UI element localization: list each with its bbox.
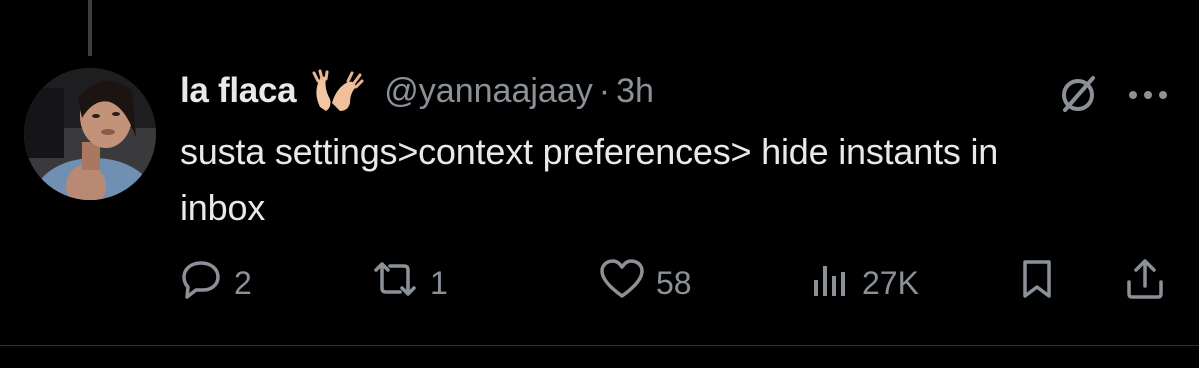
retweet-button[interactable]: 1 [370, 258, 448, 308]
views-button[interactable]: 27K [808, 258, 919, 308]
grok-icon[interactable] [1057, 72, 1101, 121]
views-icon [808, 256, 852, 310]
retweet-icon [370, 256, 420, 310]
reply-button[interactable]: 2 [178, 258, 252, 308]
timestamp[interactable]: 3h [616, 72, 654, 111]
tweet-text: susta settings>context preferences> hide… [180, 131, 999, 228]
tweet-header: la flaca @yannaajaay · 3h [180, 66, 654, 116]
user-handle[interactable]: @yannaajaay [384, 72, 592, 111]
separator-dot: · [598, 71, 611, 110]
avatar-image [24, 68, 156, 200]
peach-hands-emoji-icon [310, 69, 366, 113]
tweet-card[interactable]: la flaca @yannaajaay · 3h susta settings… [0, 0, 1199, 368]
tweet-actions: 2 1 58 27K [178, 258, 1178, 308]
bookmark-icon [1014, 256, 1060, 310]
share-icon [1122, 256, 1168, 310]
reply-count: 2 [234, 264, 252, 301]
divider [0, 345, 1199, 346]
thread-line [88, 0, 92, 56]
more-options-icon[interactable] [1127, 88, 1169, 106]
views-count: 27K [862, 264, 919, 301]
avatar[interactable] [24, 68, 156, 200]
display-name[interactable]: la flaca [180, 71, 297, 111]
like-count: 58 [656, 264, 692, 301]
reply-icon [178, 256, 224, 310]
share-button[interactable] [1122, 258, 1168, 308]
bookmark-button[interactable] [1014, 258, 1060, 308]
tweet-top-icons [1057, 72, 1169, 121]
like-button[interactable]: 58 [598, 258, 692, 308]
heart-icon [598, 256, 646, 310]
retweet-count: 1 [430, 264, 448, 301]
